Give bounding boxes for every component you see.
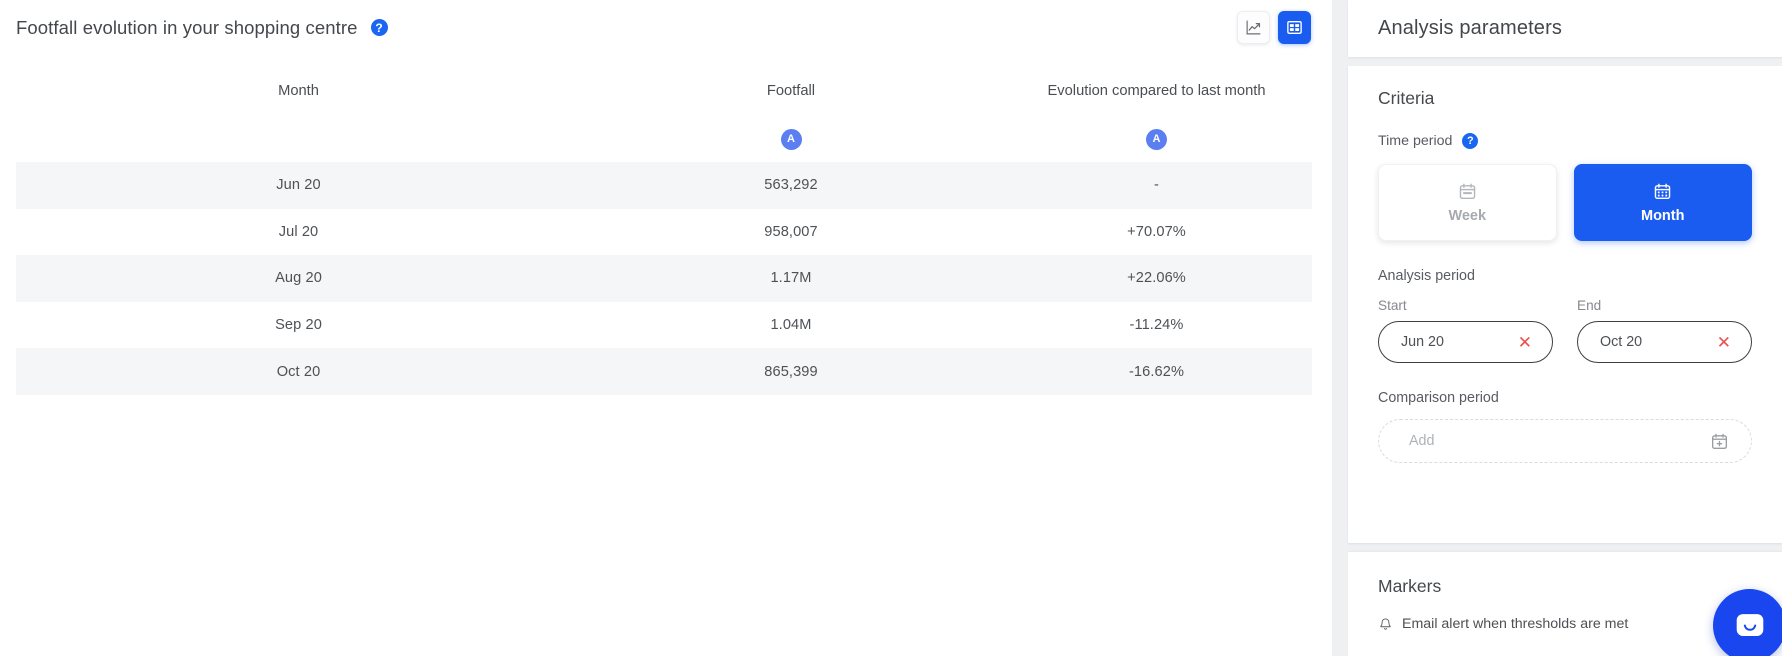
aggregation-badge[interactable]: A (780, 129, 802, 150)
table-row[interactable]: Aug 20 1.17M +22.06% (16, 255, 1312, 302)
aggregation-cell-footfall: A (581, 107, 1001, 162)
view-toggle-group (1237, 11, 1318, 44)
line-chart-icon (1246, 20, 1261, 35)
table-row[interactable]: Sep 20 1.04M -11.24% (16, 302, 1312, 349)
cell-evolution: +70.07% (1127, 223, 1186, 240)
aggregation-row: A A (16, 107, 1312, 162)
cell-month: Jul 20 (278, 223, 319, 240)
table-row[interactable]: Jun 20 563,292 - (16, 162, 1312, 209)
criteria-section: Criteria Time period ? Week Month Analys… (1348, 66, 1782, 543)
app-root: Footfall evolution in your shopping cent… (0, 0, 1782, 656)
column-header-evolution[interactable]: Evolution compared to last month (1001, 55, 1312, 107)
markers-heading: Markers (1378, 576, 1442, 596)
table-view-button[interactable] (1278, 11, 1311, 44)
email-alert-item[interactable]: Email alert when thresholds are met (1378, 616, 1752, 632)
cell-evolution: -16.62% (1128, 363, 1185, 380)
cell-footfall: 1.04M (770, 317, 812, 334)
comparison-period-add-input[interactable]: Add (1378, 419, 1752, 463)
calendar-icon (1459, 183, 1475, 199)
table-head: Month Footfall Evolution compared to las… (16, 55, 1312, 162)
time-period-month-label: Month (1641, 207, 1685, 224)
analysis-period-label: Analysis period (1378, 268, 1475, 284)
help-icon[interactable]: ? (370, 19, 388, 36)
page-title: Footfall evolution in your shopping cent… (16, 16, 358, 38)
calendar-plus-icon[interactable] (1710, 432, 1729, 451)
chat-smile-icon (1736, 613, 1763, 636)
cell-evolution: +22.06% (1127, 270, 1186, 287)
end-date-group: End Oct 20 ✕ (1577, 298, 1752, 363)
time-period-week-label: Week (1448, 207, 1487, 224)
aggregation-badge[interactable]: A (1146, 129, 1167, 150)
cell-evolution: -11.24% (1129, 317, 1184, 334)
cell-evolution: - (1154, 177, 1159, 194)
end-date-value: Oct 20 (1600, 334, 1643, 350)
footfall-table: Month Footfall Evolution compared to las… (16, 55, 1312, 395)
start-date-caption: Start (1378, 298, 1407, 313)
column-header-month[interactable]: Month (16, 55, 581, 107)
table-grid-icon (1287, 21, 1302, 34)
analysis-period-fields: Start Jun 20 ✕ End Oct 20 ✕ (1378, 298, 1752, 363)
start-date-group: Start Jun 20 ✕ (1378, 298, 1553, 363)
cell-footfall: 958,007 (764, 223, 818, 240)
cell-month: Jun 20 (276, 177, 321, 194)
time-period-month-button[interactable]: Month (1573, 164, 1752, 241)
help-icon[interactable]: ? (1462, 133, 1479, 149)
end-date-caption: End (1577, 298, 1602, 313)
time-period-week-button[interactable]: Week (1378, 164, 1557, 241)
table-header-row: Month Footfall Evolution compared to las… (16, 55, 1312, 107)
comparison-period-label: Comparison period (1378, 390, 1499, 406)
clear-icon[interactable]: ✕ (1717, 334, 1731, 351)
cell-month: Aug 20 (275, 270, 322, 287)
comparison-period-placeholder: Add (1409, 433, 1435, 449)
start-date-input[interactable]: Jun 20 ✕ (1378, 321, 1553, 363)
email-alert-label: Email alert when thresholds are met (1402, 616, 1629, 632)
time-period-label: Time period (1378, 133, 1453, 149)
table-row[interactable]: Oct 20 865,399 -16.62% (16, 348, 1312, 395)
start-date-value: Jun 20 (1401, 334, 1444, 350)
table-row[interactable]: Jul 20 958,007 +70.07% (16, 209, 1312, 256)
calendar-icon (1655, 183, 1671, 199)
column-header-footfall[interactable]: Footfall (581, 55, 1001, 107)
table-body: Jun 20 563,292 - Jul 20 958,007 +70.07% … (16, 162, 1312, 395)
chart-view-button[interactable] (1237, 11, 1270, 44)
cell-footfall: 563,292 (764, 177, 818, 194)
clear-icon[interactable]: ✕ (1518, 334, 1532, 351)
bell-icon (1380, 618, 1391, 630)
cell-footfall: 1.17M (770, 270, 812, 287)
analysis-parameters-panel: Analysis parameters Criteria Time period… (1332, 0, 1782, 656)
end-date-input[interactable]: Oct 20 ✕ (1577, 321, 1752, 363)
table-container: Month Footfall Evolution compared to las… (0, 55, 1332, 395)
aggregation-cell-evolution: A (1001, 107, 1312, 162)
cell-footfall: 865,399 (764, 363, 818, 380)
cell-month: Sep 20 (275, 317, 322, 334)
chat-launcher-button[interactable] (1713, 589, 1782, 656)
aggregation-cell-month (16, 107, 581, 162)
cell-month: Oct 20 (276, 363, 321, 380)
card-header: Footfall evolution in your shopping cent… (0, 0, 1332, 55)
panel-header: Analysis parameters (1348, 0, 1782, 57)
panel-title: Analysis parameters (1378, 17, 1563, 39)
criteria-heading: Criteria (1378, 88, 1435, 108)
time-period-label-row: Time period ? (1378, 133, 1752, 149)
footfall-card: Footfall evolution in your shopping cent… (0, 0, 1332, 656)
time-period-toggle-group: Week Month (1378, 164, 1752, 241)
